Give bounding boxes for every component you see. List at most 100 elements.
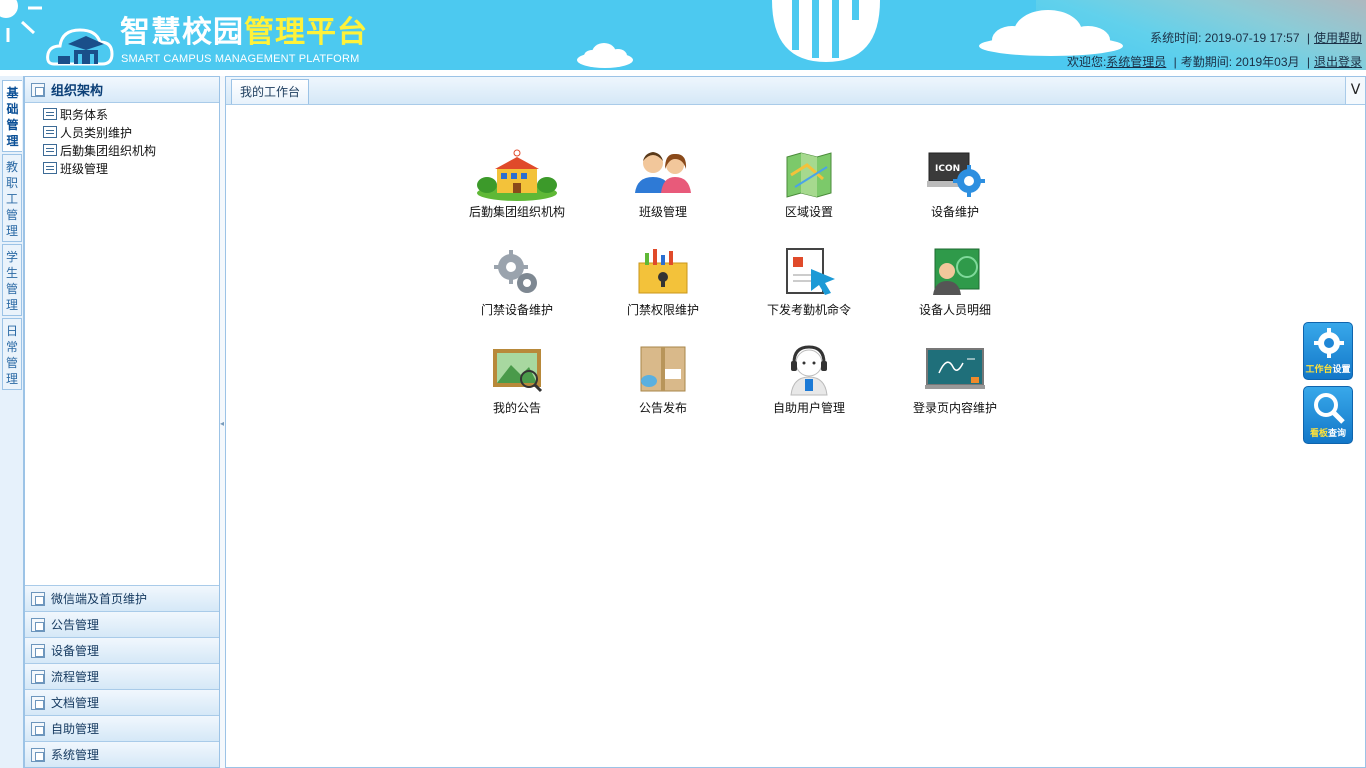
chalkboard-icon	[923, 343, 987, 397]
dashboard-query-button[interactable]: 看板查询	[1303, 386, 1353, 444]
shortcut-label: 区域设置	[784, 205, 833, 219]
shortcut-label: 设备人员明细	[918, 303, 991, 317]
workbench-settings-label-b: 设置	[1332, 365, 1351, 375]
tree-node-icon	[43, 144, 57, 156]
dashboard-query-label: 看板查询	[1304, 426, 1352, 439]
tab-menu-button[interactable]: V	[1345, 77, 1365, 104]
shortcut-label: 公告发布	[638, 401, 687, 415]
package-icon	[631, 343, 695, 397]
accordion-label: 设备管理	[51, 644, 100, 658]
shortcut-access-device[interactable]: 门禁设备维护	[462, 245, 572, 318]
cursor-board-icon	[777, 245, 841, 299]
accordion-wechat-homepage[interactable]: 微信端及首页维护	[25, 585, 219, 611]
tab-bar: 我的工作台 V	[226, 77, 1365, 105]
system-time-label: 系统时间:	[1150, 31, 1202, 45]
shortcut-logistics-org[interactable]: 后勤集团组织机构	[462, 147, 572, 220]
workbench-settings-button[interactable]: 工作台设置	[1303, 322, 1353, 380]
tree-item-label: 后勤集团组织机构	[60, 143, 157, 158]
org-structure-panel-header[interactable]: 组织架构	[25, 77, 219, 103]
app-title-part1: 智慧校园	[120, 15, 244, 50]
people-icon	[631, 147, 695, 201]
separator: |	[1173, 55, 1177, 69]
collapse-arrow-icon[interactable]: ◂	[220, 419, 224, 428]
welcome-label: 欢迎您:	[1066, 55, 1107, 69]
gears-icon	[485, 245, 549, 299]
shortcut-class-management[interactable]: 班级管理	[608, 147, 718, 220]
sun-decoration	[0, 0, 42, 42]
shortcut-attendance-command[interactable]: 下发考勤机命令	[754, 245, 864, 318]
vtab-student-management[interactable]: 学生管理	[2, 244, 22, 316]
tree-node-icon	[43, 126, 57, 138]
separator: |	[1306, 31, 1310, 45]
org-tree: 职务体系 人员类别维护 后勤集团组织机构 班级管理	[25, 103, 219, 177]
accordion-device-management[interactable]: 设备管理	[25, 637, 219, 663]
logout-link[interactable]: 退出登录	[1314, 55, 1362, 69]
shortcut-label: 下发考勤机命令	[766, 303, 851, 317]
tree-item-label: 人员类别维护	[60, 125, 133, 140]
cloud-decoration-small	[577, 43, 633, 68]
header-info-line2: 欢迎您:系统管理员 | 考勤期间: 2019年03月 | 退出登录	[1067, 50, 1362, 70]
app-title-part2: 管理平台	[244, 15, 368, 50]
vtab-staff-management[interactable]: 教职工管理	[2, 154, 22, 242]
workbench-settings-label: 工作台设置	[1304, 362, 1352, 375]
accordion-system-management[interactable]: 系统管理	[25, 741, 219, 767]
dashboard-query-label-a: 看板	[1309, 429, 1328, 439]
tree-node-icon	[43, 162, 57, 174]
app-subtitle: SMART CAMPUS MANAGEMENT PLATFORM	[121, 53, 360, 65]
tree-item-position-system[interactable]: 职务体系	[41, 105, 219, 123]
system-time-value: 2019-07-19 17:57	[1204, 31, 1300, 45]
org-structure-title: 组织架构	[51, 84, 104, 99]
tree-node-icon	[43, 108, 57, 120]
map-icon	[777, 147, 841, 201]
gear-icon	[1314, 328, 1344, 358]
shortcut-label: 自助用户管理	[772, 401, 845, 415]
shortcut-access-permissions[interactable]: 门禁权限维护	[608, 245, 718, 318]
help-link[interactable]: 使用帮助	[1314, 31, 1362, 45]
headset-user-icon	[777, 343, 841, 397]
shortcut-device-maintenance[interactable]: ICON 设备维护	[900, 147, 1010, 220]
panel-icon	[31, 82, 45, 97]
attendance-period: 2019年03月	[1235, 55, 1300, 69]
panel-icon	[31, 695, 45, 710]
monitor-gear-icon: ICON	[923, 147, 987, 201]
panel-icon	[31, 643, 45, 658]
vtab-daily-management[interactable]: 日常管理	[2, 318, 22, 390]
person-panel-icon	[923, 245, 987, 299]
main-content: 我的工作台 V 后勤集团组织机构 班级管理 区域设置 ICON 设备维护 门禁设…	[225, 76, 1366, 768]
tree-item-personnel-category[interactable]: 人员类别维护	[41, 123, 219, 141]
shortcut-label: 我的公告	[492, 401, 541, 415]
shortcut-label: 登录页内容维护	[912, 401, 997, 415]
sidebar: 组织架构 职务体系 人员类别维护 后勤集团组织机构 班级管理 微信端及首页维护 …	[24, 76, 220, 768]
dashboard-query-label-b: 查询	[1328, 429, 1347, 439]
accordion-label: 公告管理	[51, 618, 100, 632]
accordion-label: 微信端及首页维护	[51, 592, 148, 606]
user-link[interactable]: 系统管理员	[1106, 55, 1166, 69]
accordion-label: 文档管理	[51, 696, 100, 710]
accordion-notice-management[interactable]: 公告管理	[25, 611, 219, 637]
shortcut-device-personnel[interactable]: 设备人员明细	[900, 245, 1010, 318]
accordion-label: 流程管理	[51, 670, 100, 684]
accordion-document-management[interactable]: 文档管理	[25, 689, 219, 715]
shortcut-area-settings[interactable]: 区域设置	[754, 147, 864, 220]
tab-my-workbench[interactable]: 我的工作台	[231, 79, 310, 104]
shortcut-self-service-users[interactable]: 自助用户管理	[754, 343, 864, 416]
accordion-workflow-management[interactable]: 流程管理	[25, 663, 219, 689]
panel-icon	[31, 591, 45, 606]
tree-item-class-management[interactable]: 班级管理	[41, 159, 219, 177]
panel-icon	[31, 747, 45, 762]
shortcut-publish-notice[interactable]: 公告发布	[608, 343, 718, 416]
accordion-label: 系统管理	[51, 748, 100, 762]
panel-icon	[31, 669, 45, 684]
tree-item-label: 班级管理	[60, 161, 109, 176]
shortcut-my-notices[interactable]: 我的公告	[462, 343, 572, 416]
header-info-line1: 系统时间: 2019-07-19 17:57 | 使用帮助	[1067, 26, 1362, 50]
panel-icon	[31, 721, 45, 736]
shortcut-login-page-content[interactable]: 登录页内容维护	[900, 343, 1010, 416]
header-info: 系统时间: 2019-07-19 17:57 | 使用帮助 欢迎您:系统管理员 |…	[1067, 26, 1362, 70]
accordion-self-service-management[interactable]: 自助管理	[25, 715, 219, 741]
tree-item-label: 职务体系	[60, 107, 109, 122]
vtab-basic-management[interactable]: 基础管理	[2, 80, 22, 152]
lock-box-icon	[631, 245, 695, 299]
tree-item-logistics-org[interactable]: 后勤集团组织机构	[41, 141, 219, 159]
picture-search-icon	[485, 343, 549, 397]
